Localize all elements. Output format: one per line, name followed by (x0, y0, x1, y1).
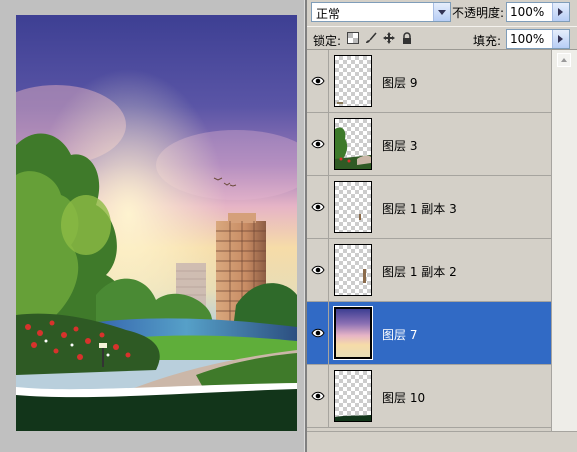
dropdown-arrow-icon[interactable] (433, 3, 450, 21)
layer-row[interactable]: 图层 3 (307, 113, 551, 176)
fill-value: 100% (510, 32, 545, 46)
layer-row-selected[interactable]: 图层 7 (307, 302, 551, 365)
lock-all-icon[interactable] (401, 32, 413, 44)
layer-thumbnail (334, 181, 372, 233)
layer-name[interactable]: 图层 1 副本 2 (382, 263, 457, 280)
layer-thumbnail (334, 244, 372, 296)
layer-thumbnail (334, 55, 372, 107)
eye-icon (311, 139, 325, 149)
blend-opacity-row: 正常 不透明度: 100% (307, 0, 577, 26)
lock-move-icon[interactable] (383, 32, 395, 44)
visibility-toggle[interactable] (307, 239, 329, 301)
layer-name[interactable]: 图层 3 (382, 137, 417, 154)
artwork-illustration (16, 15, 297, 431)
lock-label: 锁定: (313, 34, 342, 48)
layer-name[interactable]: 图层 1 副本 3 (382, 200, 457, 217)
flyout-arrow-icon[interactable] (552, 3, 569, 21)
opacity-label: 不透明度: (452, 6, 505, 20)
blend-mode-dropdown[interactable]: 正常 (311, 2, 451, 22)
eye-icon (311, 328, 325, 338)
fill-input[interactable]: 100% (506, 29, 570, 49)
layer-thumbnail (334, 370, 372, 422)
visibility-toggle[interactable] (307, 176, 329, 238)
document-canvas-area[interactable] (0, 0, 304, 452)
layer-thumbnail (334, 118, 372, 170)
visibility-toggle[interactable] (307, 113, 329, 175)
opacity-input[interactable]: 100% (506, 2, 570, 22)
eye-icon (311, 202, 325, 212)
visibility-toggle[interactable] (307, 365, 329, 427)
eye-icon (311, 76, 325, 86)
layer-name[interactable]: 图层 10 (382, 389, 425, 406)
layers-panel: 正常 不透明度: 100% 锁定: 填充: 100% 图层 9 图层 3 图层 … (307, 0, 577, 452)
layer-row[interactable]: 图层 1 副本 3 (307, 176, 551, 239)
visibility-toggle[interactable] (307, 50, 329, 112)
fill-label: 填充: (473, 34, 502, 48)
blend-mode-value: 正常 (316, 7, 341, 21)
eye-icon (311, 391, 325, 401)
layer-name[interactable]: 图层 9 (382, 74, 417, 91)
layer-row[interactable]: 图层 10 (307, 365, 551, 428)
layers-scrollbar[interactable] (551, 50, 577, 431)
opacity-value: 100% (510, 5, 545, 19)
layer-row[interactable]: 图层 9 (307, 50, 551, 113)
layer-row[interactable]: 图层 1 副本 2 (307, 239, 551, 302)
scroll-up-button[interactable] (557, 53, 571, 67)
panel-bottom-bar (307, 431, 577, 452)
lock-transparent-icon[interactable] (347, 32, 359, 44)
layer-thumbnail (333, 306, 373, 360)
eye-icon (311, 265, 325, 275)
lock-brush-icon[interactable] (365, 32, 377, 44)
lock-fill-row: 锁定: 填充: 100% (307, 26, 577, 50)
flyout-arrow-icon[interactable] (552, 30, 569, 48)
artwork-image[interactable] (16, 15, 297, 431)
layer-name[interactable]: 图层 7 (382, 326, 417, 343)
visibility-toggle[interactable] (307, 302, 329, 364)
layers-list: 图层 9 图层 3 图层 1 副本 3 图层 1 副本 2 图层 7 图层 10 (307, 50, 551, 431)
